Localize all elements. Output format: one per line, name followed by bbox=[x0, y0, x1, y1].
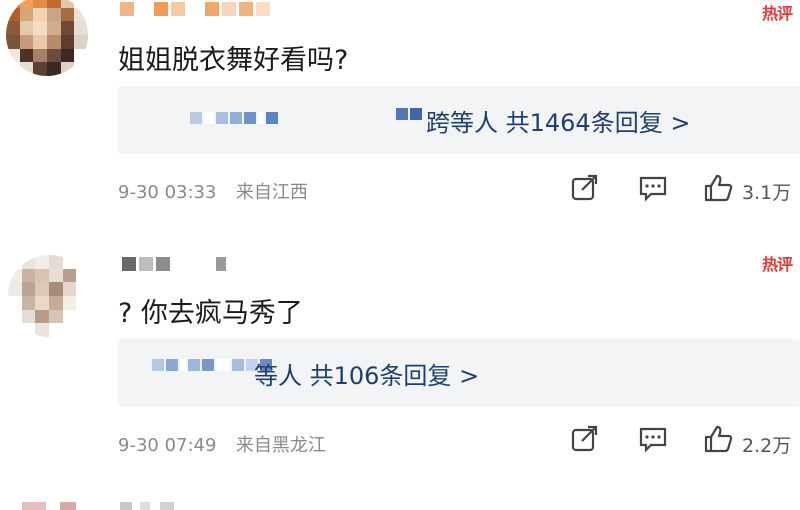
reply-count-text: 等人 共106条回复 > bbox=[254, 362, 480, 390]
avatar[interactable] bbox=[6, 0, 88, 76]
hot-comment-tag: 热评 bbox=[761, 255, 793, 274]
avatar[interactable] bbox=[8, 255, 90, 337]
replies-summary[interactable]: 跨等人 共1464条回复 > bbox=[118, 86, 800, 154]
next-comment-partial bbox=[0, 494, 800, 510]
like-icon[interactable] bbox=[703, 425, 733, 453]
comment-icon[interactable] bbox=[638, 425, 668, 453]
comment-icon[interactable] bbox=[638, 174, 668, 202]
like-count: 3.1万 bbox=[742, 182, 792, 204]
comment-location: 来自江西 bbox=[235, 182, 308, 203]
reply-users-blurred-2 bbox=[396, 108, 422, 120]
reply-count-link[interactable]: 跨等人 共1464条回复 > bbox=[426, 103, 690, 138]
comment-time: 9-30 07:49 bbox=[118, 435, 217, 456]
comment-item: 热评 ? 你去疯马秀了 等人 共106条回复 > 9-30 07:49 来自黑龙… bbox=[0, 245, 800, 490]
hot-comment-tag: 热评 bbox=[761, 4, 793, 23]
share-icon[interactable] bbox=[570, 425, 600, 453]
comment-meta: 9-30 03:33 来自江西 bbox=[118, 178, 308, 204]
reply-prefix-char: 跨 bbox=[426, 109, 450, 137]
username-blurred[interactable] bbox=[122, 257, 226, 279]
comment-meta: 9-30 07:49 来自黑龙江 bbox=[118, 431, 326, 457]
comment-text: 姐姐脱衣舞好看吗? bbox=[118, 45, 349, 76]
comment-text: ? 你去疯马秀了 bbox=[118, 298, 303, 329]
share-icon[interactable] bbox=[570, 174, 600, 202]
comment-time: 9-30 03:33 bbox=[118, 182, 217, 203]
like-count: 2.2万 bbox=[742, 435, 792, 457]
reply-users-blurred bbox=[190, 112, 278, 124]
replies-summary[interactable]: 等人 共106条回复 > bbox=[118, 339, 800, 407]
reply-count-link[interactable]: 等人 共106条回复 > bbox=[254, 356, 479, 391]
username-blurred[interactable] bbox=[120, 2, 270, 24]
comment-location: 来自黑龙江 bbox=[235, 435, 326, 456]
reply-count-text: 等人 共1464条回复 > bbox=[450, 109, 691, 137]
comment-item: 热评 姐姐脱衣舞好看吗? 跨等人 共1464条回复 > 9-30 03:33 来… bbox=[0, 0, 800, 245]
like-icon[interactable] bbox=[703, 174, 733, 202]
